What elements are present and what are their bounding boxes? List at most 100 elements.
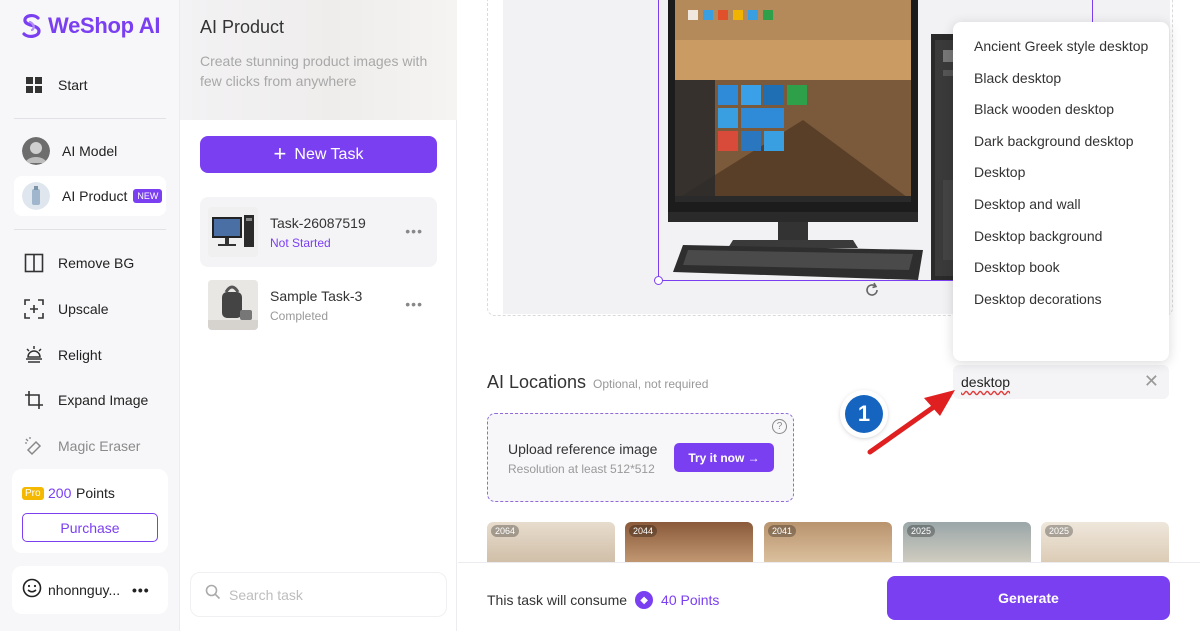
suggestion-item[interactable]: Desktop book <box>953 257 1169 277</box>
suggestion-item[interactable]: Ancient Greek style desktop <box>953 36 1169 56</box>
generate-button[interactable]: Generate <box>887 576 1170 620</box>
gallery-tile[interactable]: 2044 <box>625 522 753 562</box>
consume-text: This task will consume <box>487 592 628 608</box>
suggestion-item[interactable]: Black desktop <box>953 68 1169 88</box>
points-label: Points <box>76 485 115 501</box>
close-icon[interactable]: ✕ <box>1144 371 1159 392</box>
task-name: Task-26087519 <box>270 214 366 231</box>
gallery-tile[interactable]: 2064 <box>487 522 615 562</box>
more-icon[interactable]: ••• <box>405 296 423 312</box>
suggestion-item[interactable]: Desktop decorations <box>953 289 1169 309</box>
nav-label: Start <box>58 77 88 93</box>
consume-info: This task will consume ◆ 40 Points <box>487 591 719 609</box>
nav-label: AI Product <box>62 188 128 204</box>
task-item[interactable]: Sample Task-3 Completed ••• <box>200 270 437 340</box>
location-search-input[interactable]: desktop ✕ <box>953 365 1169 399</box>
usage-count: 2025 <box>1045 525 1074 537</box>
product-avatar-icon <box>22 182 50 210</box>
ai-locations-title: AI Locations <box>487 372 587 392</box>
points-card: Pro 200 Points Purchase <box>12 469 168 553</box>
left-nav: WeShop AI Start AI Model AI Product NEW … <box>0 0 180 631</box>
new-badge: NEW <box>133 189 163 203</box>
plus-icon: + <box>273 140 287 166</box>
pro-badge: Pro <box>22 487 44 500</box>
more-icon[interactable]: ••• <box>405 223 423 239</box>
suggestion-item[interactable]: Desktop and wall <box>953 194 1169 214</box>
usage-count: 2064 <box>491 525 520 537</box>
nav-start[interactable]: Start <box>14 65 166 105</box>
rotate-icon[interactable] <box>864 282 880 303</box>
new-task-label: New Task <box>294 145 364 163</box>
search-icon <box>205 584 221 605</box>
upscale-icon <box>22 297 46 321</box>
nav-remove-bg[interactable]: Remove BG <box>14 243 166 283</box>
nav-ai-product[interactable]: AI Product NEW <box>14 176 166 216</box>
location-suggestions-dropdown: Ancient Greek style desktop Black deskto… <box>953 22 1169 361</box>
help-icon[interactable]: ? <box>772 419 787 434</box>
suggestion-item[interactable]: Desktop background <box>953 226 1169 246</box>
nav-magic-eraser[interactable]: Magic Eraser <box>14 426 166 466</box>
grid-icon <box>22 73 46 97</box>
weshop-logo-icon <box>22 14 41 38</box>
nav-label: Magic Eraser <box>58 438 141 454</box>
gallery-tile[interactable]: 2025 <box>903 522 1031 562</box>
step-badge: 1 <box>842 392 886 436</box>
nav-label: Relight <box>58 347 102 363</box>
suggestion-item[interactable]: Desktop <box>953 162 1169 182</box>
task-panel-header: AI Product Create stunning product image… <box>180 0 457 120</box>
task-panel: AI Product Create stunning product image… <box>180 0 457 631</box>
upload-title: Upload reference image <box>508 441 658 457</box>
new-task-button[interactable]: + New Task <box>200 136 437 173</box>
nav-label: Expand Image <box>58 392 149 408</box>
nav-upscale[interactable]: Upscale <box>14 289 166 329</box>
remove-bg-icon <box>22 251 46 275</box>
app-name: WeShop AI <box>48 13 161 38</box>
points-chip-icon: ◆ <box>635 591 654 609</box>
nav-ai-model[interactable]: AI Model <box>14 131 166 171</box>
ai-locations-subtitle: Optional, not required <box>593 377 709 391</box>
nav-expand-image[interactable]: Expand Image <box>14 380 166 420</box>
consume-points: 40 Points <box>661 592 720 608</box>
relight-icon <box>22 343 46 367</box>
crop-icon <box>22 388 46 412</box>
location-gallery: 2064 2044 2041 2025 2025 <box>487 522 1187 562</box>
nav-label: Remove BG <box>58 255 135 271</box>
nav-divider <box>14 118 166 119</box>
main-content: AI Locations Optional, not required desk… <box>458 0 1200 631</box>
footer-bar: This task will consume ◆ 40 Points Gener… <box>458 562 1200 631</box>
nav-divider <box>14 229 166 230</box>
nav-label: AI Model <box>62 143 118 159</box>
upload-reference-box[interactable]: Upload reference image Resolution at lea… <box>487 413 794 502</box>
task-status: Not Started <box>270 235 331 250</box>
purchase-button[interactable]: Purchase <box>22 513 158 542</box>
step-number: 1 <box>845 395 883 433</box>
try-it-now-button[interactable]: Try it now → <box>674 443 774 472</box>
model-avatar-icon <box>22 137 50 165</box>
suggestion-item[interactable]: Dark background desktop <box>953 131 1169 151</box>
suggestion-item[interactable]: Black wooden desktop <box>953 99 1169 119</box>
nav-relight[interactable]: Relight <box>14 335 166 375</box>
task-thumbnail <box>208 207 258 257</box>
task-item[interactable]: Task-26087519 Not Started ••• <box>200 197 437 267</box>
more-icon[interactable]: ••• <box>132 582 150 598</box>
usage-count: 2041 <box>768 525 797 537</box>
gallery-tile[interactable]: 2025 <box>1041 522 1169 562</box>
points-value: 200 <box>48 485 72 501</box>
usage-count: 2025 <box>907 525 936 537</box>
smiley-icon <box>22 578 42 603</box>
eraser-icon <box>22 434 46 458</box>
user-menu[interactable]: nhonnguy... ••• <box>12 566 168 614</box>
user-name: nhonnguy... <box>48 582 121 598</box>
page-subtitle: Create stunning product images with few … <box>200 53 428 89</box>
gallery-tile[interactable]: 2041 <box>764 522 892 562</box>
logo[interactable]: WeShop AI <box>20 12 161 40</box>
task-thumbnail <box>208 280 258 330</box>
search-task-input[interactable] <box>229 586 429 603</box>
upload-subtitle: Resolution at least 512*512 <box>508 462 655 476</box>
resize-handle[interactable] <box>654 276 663 285</box>
nav-label: Upscale <box>58 301 109 317</box>
page-title: AI Product <box>200 17 285 37</box>
task-name: Sample Task-3 <box>270 287 363 304</box>
task-status: Completed <box>270 308 329 323</box>
search-task-box[interactable] <box>190 572 447 617</box>
